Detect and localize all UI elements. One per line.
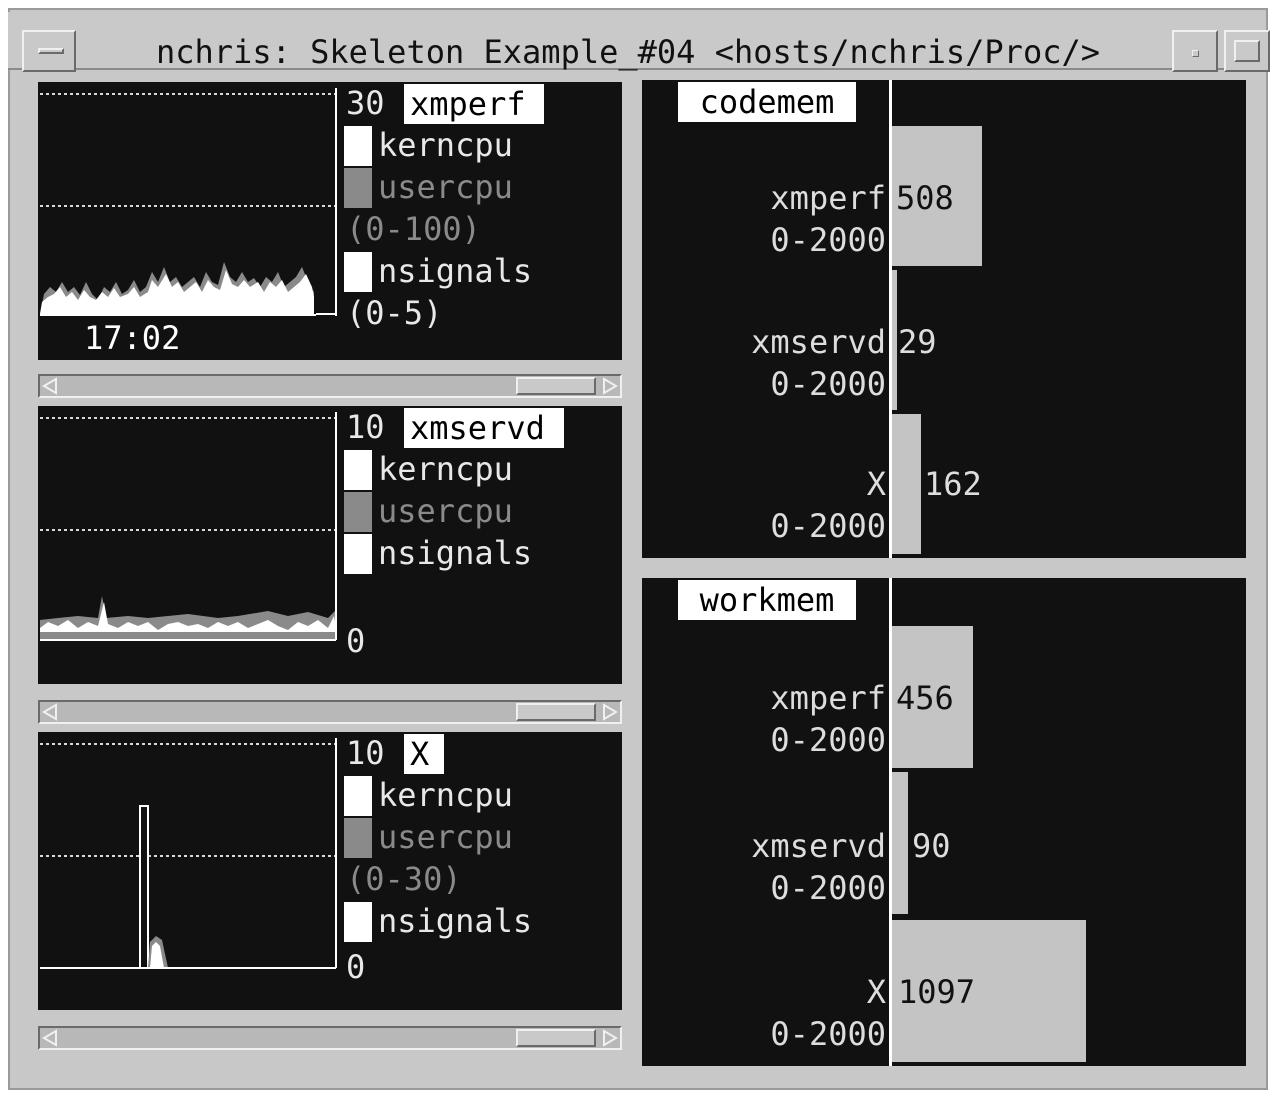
bar-range-xmservd: 0-2000	[770, 365, 886, 403]
scroll-left-icon[interactable]	[42, 703, 58, 721]
legend-label-usercpu: usercpu	[378, 168, 513, 206]
bar-label-xmperf: xmperf	[770, 179, 886, 217]
legend-swatch-usercpu	[344, 168, 372, 208]
legend-label-nsignals: nsignals	[378, 902, 533, 940]
legend-label-kerncpu: kerncpu	[378, 450, 513, 488]
graph-scrollbar-xmservd[interactable]	[38, 700, 622, 724]
scroll-left-icon[interactable]	[42, 1029, 58, 1047]
window-menu-button[interactable]	[22, 30, 76, 72]
maximize-button[interactable]	[1224, 30, 1270, 72]
legend-range-nsignals: (0-5)	[346, 294, 443, 332]
scale-top-label: 10	[346, 408, 385, 446]
bar-value-xmperf: 456	[896, 679, 954, 717]
graph-panel-xmperf: 17:02 30 xmperf kerncpu usercpu (0-100) …	[38, 82, 622, 360]
legend-swatch-nsignals	[344, 534, 372, 574]
time-label: 17:02	[84, 319, 181, 357]
graph-plot-x	[40, 738, 337, 969]
bar-panel-title: workmem	[678, 580, 856, 620]
graph-plot-xmservd	[40, 412, 337, 641]
scroll-thumb[interactable]	[516, 1029, 596, 1047]
minimize-icon	[1192, 50, 1199, 57]
graph-scrollbar-xmperf[interactable]	[38, 374, 622, 398]
scroll-right-icon[interactable]	[602, 703, 618, 721]
baseline-label: 0	[346, 622, 366, 660]
bar-value-x: 1097	[898, 973, 976, 1011]
bar-range-xmperf: 0-2000	[770, 721, 886, 759]
baseline-label: 0	[346, 948, 366, 986]
minimize-button[interactable]	[1172, 30, 1218, 72]
graph-plot-xmperf	[40, 88, 337, 316]
bar-xmservd	[892, 772, 908, 914]
scroll-left-icon[interactable]	[42, 377, 58, 395]
legend-range-usercpu: (0-100)	[346, 210, 481, 248]
bar-panel-title: codemem	[678, 82, 856, 122]
bar-range-x: 0-2000	[770, 507, 886, 545]
legend-label-usercpu: usercpu	[378, 492, 513, 530]
bar-value-xmservd: 29	[898, 323, 937, 361]
bar-range-xmperf: 0-2000	[770, 221, 886, 259]
bar-label-xmperf: xmperf	[770, 679, 886, 717]
scale-top-label: 30	[346, 84, 385, 122]
scroll-thumb[interactable]	[516, 703, 596, 721]
legend-swatch-usercpu	[344, 492, 372, 532]
graph-panel-xmservd: 0 10 xmservd kerncpu usercpu nsignals	[38, 406, 622, 684]
menu-bar-icon	[38, 48, 64, 54]
graph-name-tag: xmservd	[404, 408, 564, 448]
bar-value-xmservd: 90	[912, 827, 951, 865]
graph-name-tag: X	[404, 734, 444, 774]
scroll-right-icon[interactable]	[602, 1029, 618, 1047]
legend-label-kerncpu: kerncpu	[378, 126, 513, 164]
bar-label-xmservd: xmservd	[751, 323, 886, 361]
bar-label-x: X	[866, 465, 886, 503]
scroll-thumb[interactable]	[516, 377, 596, 395]
bar-panel-workmem: workmem xmperf 0-2000 456 xmservd 0-2000…	[642, 578, 1246, 1066]
legend-swatch-nsignals	[344, 902, 372, 942]
legend-swatch-kerncpu	[344, 776, 372, 816]
legend-label-kerncpu: kerncpu	[378, 776, 513, 814]
bar-xmservd	[892, 270, 897, 410]
legend-swatch-kerncpu	[344, 126, 372, 166]
legend-label-usercpu: usercpu	[378, 818, 513, 856]
bar-value-xmperf: 508	[896, 179, 954, 217]
bar-range-xmservd: 0-2000	[770, 869, 886, 907]
scroll-right-icon[interactable]	[602, 377, 618, 395]
bar-label-x: X	[866, 973, 886, 1011]
legend-label-nsignals: nsignals	[378, 534, 533, 572]
maximize-icon	[1234, 40, 1260, 62]
bar-value-x: 162	[924, 465, 982, 503]
title-bar[interactable]: nchris: Skeleton Example_#04 <hosts/nchr…	[8, 12, 1270, 72]
legend-swatch-kerncpu	[344, 450, 372, 490]
bar-range-x: 0-2000	[770, 1015, 886, 1053]
bar-label-xmservd: xmservd	[751, 827, 886, 865]
window-title: nchris: Skeleton Example_#04 <hosts/nchr…	[155, 33, 1100, 71]
legend-label-nsignals: nsignals	[378, 252, 533, 290]
legend-range-usercpu: (0-30)	[346, 860, 462, 898]
legend-swatch-nsignals	[344, 252, 372, 292]
graph-panel-x: 0 10 X kerncpu usercpu (0-30) nsignals	[38, 732, 622, 1010]
scale-top-label: 10	[346, 734, 385, 772]
bar-panel-codemem: codemem xmperf 0-2000 508 xmservd 0-2000…	[642, 80, 1246, 558]
graph-scrollbar-x[interactable]	[38, 1026, 622, 1050]
bar-x	[892, 414, 921, 554]
legend-swatch-usercpu	[344, 818, 372, 858]
graph-name-tag: xmperf	[404, 84, 544, 124]
